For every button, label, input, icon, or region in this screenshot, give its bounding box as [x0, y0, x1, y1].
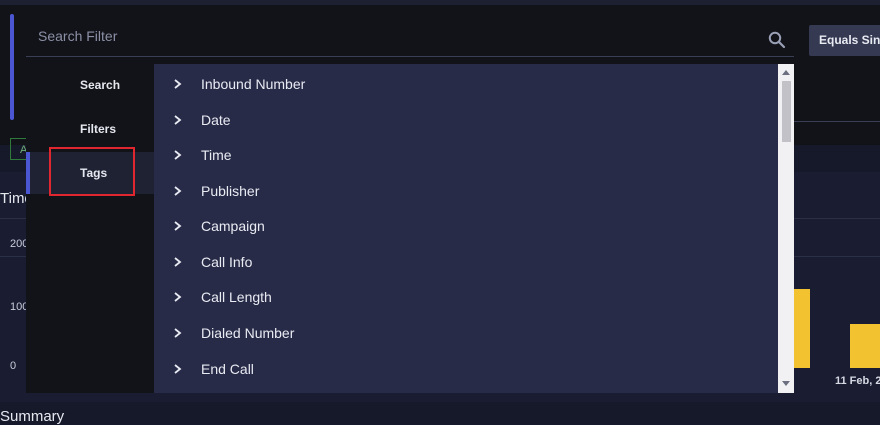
filter-dropdown: Search Filters Tags Inbound Number Date …: [26, 64, 794, 393]
tag-item-label: Campaign: [201, 218, 265, 234]
search-icon[interactable]: [768, 31, 786, 49]
chart-bar: [794, 289, 810, 368]
summary-title: Summary: [0, 408, 65, 425]
chevron-right-icon: [174, 292, 182, 302]
tag-item-label: Dialed Number: [201, 325, 295, 341]
chevron-right-icon: [174, 328, 182, 338]
chevron-right-icon: [174, 115, 182, 125]
chevron-right-icon: [174, 186, 182, 196]
tag-item-label: Call Length: [201, 289, 272, 305]
tab-search[interactable]: Search: [26, 64, 154, 106]
tab-label: Filters: [80, 122, 117, 136]
tag-item-publisher[interactable]: Publisher: [154, 176, 778, 211]
tag-list-scrollbar[interactable]: [778, 64, 794, 393]
tag-item-label: Inbound Number: [201, 76, 306, 92]
tag-item-label: Time: [201, 147, 232, 163]
tag-item-dialed-number[interactable]: Dialed Number: [154, 318, 778, 353]
tab-filters[interactable]: Filters: [26, 108, 154, 150]
tag-item-call-info[interactable]: Call Info: [154, 247, 778, 282]
y-tick-label: 0: [10, 360, 17, 372]
tag-item-call-length[interactable]: Call Length: [154, 282, 778, 317]
tag-item-label: Call Info: [201, 254, 253, 270]
search-row: [26, 14, 794, 57]
chevron-right-icon: [174, 221, 182, 231]
search-input[interactable]: [36, 24, 740, 48]
tag-item-date[interactable]: Date: [154, 105, 778, 140]
tag-item-inbound-number[interactable]: Inbound Number: [154, 69, 778, 104]
x-tick-label: 11 Feb, 2024: [835, 375, 880, 387]
tag-item-campaign[interactable]: Campaign: [154, 211, 778, 246]
tag-item-label: Publisher: [201, 183, 260, 199]
tag-list: Inbound Number Date Time Publisher Campa…: [154, 64, 778, 393]
status-chip[interactable]: A: [10, 138, 26, 160]
filter-accent-bar: [10, 14, 14, 120]
divider: [794, 121, 880, 122]
scroll-up-arrow-icon[interactable]: [782, 70, 790, 75]
scroll-down-arrow-icon[interactable]: [782, 381, 790, 386]
tags-tab-highlight-box: [49, 147, 135, 196]
tab-label: Search: [80, 78, 121, 92]
chevron-right-icon: [174, 364, 182, 374]
chevron-right-icon: [174, 79, 182, 89]
scrollbar-thumb[interactable]: [782, 81, 791, 142]
dropdown-tabs: Search Filters Tags: [26, 64, 154, 393]
tag-item-label: End Call: [201, 361, 254, 377]
tag-item-time[interactable]: Time: [154, 140, 778, 175]
tag-item-label: Date: [201, 112, 231, 128]
tag-item-end-call[interactable]: End Call: [154, 354, 778, 389]
chevron-right-icon: [174, 150, 182, 160]
chevron-right-icon: [174, 257, 182, 267]
equals-single-button[interactable]: Equals Single: [809, 25, 880, 56]
chart-bar: [850, 324, 880, 368]
